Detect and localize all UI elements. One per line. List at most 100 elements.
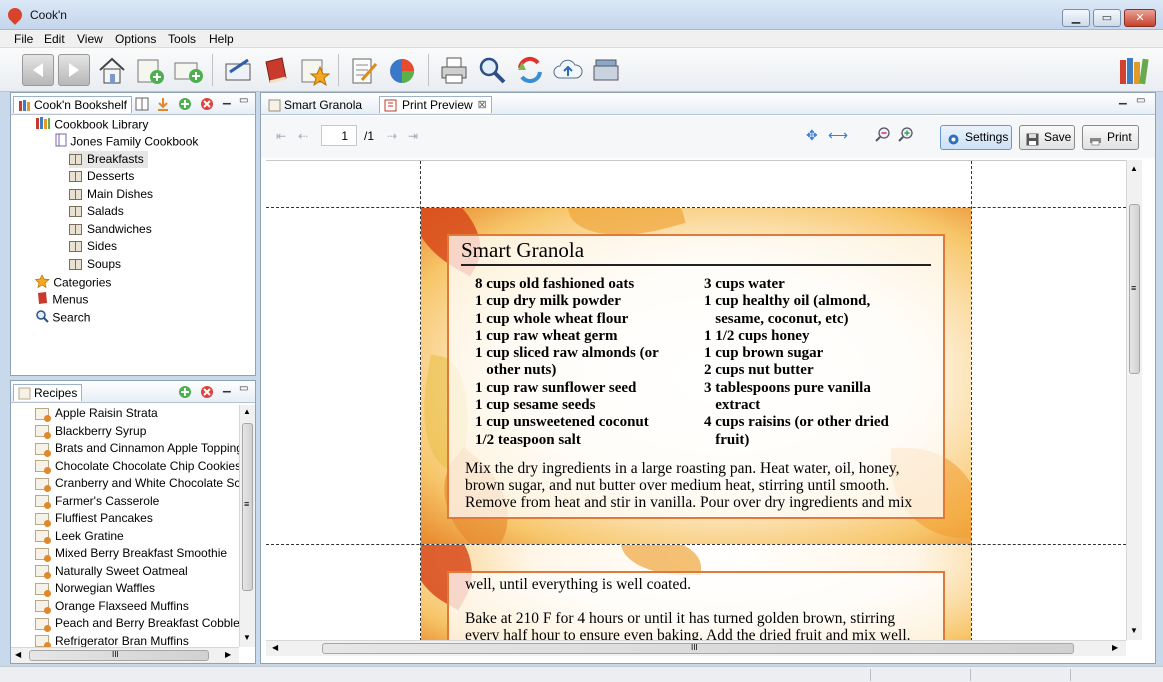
scroll-left-arrow-icon[interactable]: ◀ <box>15 650 21 659</box>
tree-label: Search <box>52 310 91 325</box>
scroll-down-arrow-icon[interactable]: ▼ <box>243 633 251 642</box>
fit-page-icon[interactable]: ✥ <box>806 127 818 144</box>
ingredients-right-column: 3 cups water 1 cup healthy oil (almond, … <box>704 276 889 448</box>
preview-horizontal-scrollbar[interactable]: ◀ III ▶ <box>266 640 1126 656</box>
tree-categories[interactable]: Categories <box>34 274 111 291</box>
tree-category-sandwiches[interactable]: Sandwiches <box>69 221 152 238</box>
tree-cookbook-library[interactable]: Cookbook Library <box>35 116 148 133</box>
menu-view[interactable]: View <box>77 32 103 46</box>
scroll-thumb[interactable]: III <box>322 643 1074 654</box>
forward-arrow-icon[interactable] <box>58 54 90 86</box>
new-cookbook-icon[interactable] <box>134 54 166 86</box>
list-item[interactable]: Chocolate Chocolate Chip Cookies <box>35 458 239 475</box>
list-item[interactable]: Brats and Cinnamon Apple Topping <box>35 440 239 457</box>
recipe-name: Blackberry Syrup <box>55 423 147 438</box>
tree-category-desserts[interactable]: Desserts <box>69 168 134 185</box>
add-green-icon[interactable] <box>178 97 192 114</box>
library-icon[interactable] <box>1116 54 1154 86</box>
list-item[interactable]: Mixed Berry Breakfast Smoothie <box>35 545 227 562</box>
zoom-out-icon[interactable] <box>875 127 891 146</box>
sync-icon[interactable] <box>514 54 546 86</box>
delete-recipe-icon[interactable] <box>200 385 214 402</box>
list-item[interactable]: Farmer's Casserole <box>35 493 159 510</box>
recipes-panel: Recipes ▁ ▭ Apple Raisin Strata Blackber… <box>10 380 256 664</box>
recipes-tab[interactable]: Recipes <box>13 384 83 401</box>
first-page-icon[interactable]: ⇤ <box>276 129 286 143</box>
list-item[interactable]: Naturally Sweet Oatmeal <box>35 563 188 580</box>
nutrition-icon[interactable] <box>386 54 418 86</box>
scroll-thumb[interactable]: III <box>29 650 209 661</box>
list-item[interactable]: Leek Gratine <box>35 528 124 545</box>
list-item[interactable]: Orange Flaxseed Muffins <box>35 598 189 615</box>
tree-category-breakfasts[interactable]: Breakfasts <box>69 151 148 168</box>
list-item[interactable]: Apple Raisin Strata <box>35 405 158 422</box>
tree-search[interactable]: Search <box>35 309 90 326</box>
tree-jones-family-cookbook[interactable]: Jones Family Cookbook <box>55 133 198 150</box>
menu-edit[interactable]: Edit <box>44 32 65 46</box>
search-icon[interactable] <box>476 54 508 86</box>
menu-tools[interactable]: Tools <box>168 32 196 46</box>
minimize-button[interactable]: ▁ <box>1062 9 1090 27</box>
scroll-right-arrow-icon[interactable]: ▶ <box>225 650 231 659</box>
tree-category-soups[interactable]: Soups <box>69 256 121 273</box>
next-page-icon[interactable]: ⇢ <box>387 129 397 143</box>
panel-minimize-icon[interactable]: ▁ <box>223 382 231 393</box>
last-page-icon[interactable]: ⇥ <box>408 129 418 143</box>
tree-category-salads[interactable]: Salads <box>69 203 124 220</box>
save-button[interactable]: Save <box>1019 125 1075 150</box>
tree-category-main-dishes[interactable]: Main Dishes <box>69 186 153 203</box>
list-item[interactable]: Refrigerator Bran Muffins <box>35 633 189 647</box>
list-item[interactable]: Peach and Berry Breakfast Cobbler <box>35 615 239 632</box>
scroll-thumb[interactable]: ≡ <box>1129 204 1140 374</box>
print-button[interactable]: Print <box>1082 125 1139 150</box>
scroll-down-arrow-icon[interactable]: ▼ <box>1130 626 1138 635</box>
recipes-horizontal-scrollbar[interactable]: ◀ III ▶ <box>11 647 239 663</box>
cloud-upload-icon[interactable] <box>552 54 584 86</box>
scroll-up-arrow-icon[interactable]: ▲ <box>1130 164 1138 173</box>
previous-page-icon[interactable]: ⇠ <box>298 129 308 143</box>
favorites-folder-icon[interactable] <box>298 54 331 87</box>
scroll-left-arrow-icon[interactable]: ◀ <box>272 643 278 652</box>
menu-options[interactable]: Options <box>115 32 156 46</box>
delete-red-icon[interactable] <box>200 97 214 114</box>
home-icon[interactable] <box>96 54 128 86</box>
bookshelf-tab[interactable]: Cook'n Bookshelf <box>13 96 133 113</box>
scroll-thumb[interactable]: ≡ <box>242 423 253 591</box>
maximize-button[interactable]: ▭ <box>1093 9 1121 27</box>
list-item[interactable]: Fluffiest Pancakes <box>35 510 153 527</box>
print-icon[interactable] <box>438 54 470 86</box>
tree-category-sides[interactable]: Sides <box>69 238 117 255</box>
panel-maximize-icon[interactable]: ▭ <box>1136 95 1145 106</box>
scanner-icon[interactable] <box>590 54 622 86</box>
preview-vertical-scrollbar[interactable]: ▲ ≡ ▼ <box>1126 160 1142 640</box>
panel-minimize-icon[interactable]: ▁ <box>223 94 231 105</box>
zoom-in-icon[interactable] <box>898 127 914 146</box>
fit-width-icon[interactable]: ⟷ <box>828 127 848 144</box>
panel-maximize-icon[interactable]: ▭ <box>239 383 248 394</box>
menu-planner-icon[interactable] <box>348 54 380 86</box>
list-item[interactable]: Norwegian Waffles <box>35 580 155 597</box>
menu-file[interactable]: File <box>14 32 33 46</box>
cookbook-properties-icon[interactable] <box>135 97 149 114</box>
scroll-right-arrow-icon[interactable]: ▶ <box>1112 643 1118 652</box>
page-number-input[interactable]: 1 <box>321 125 357 146</box>
cookbook-icon[interactable] <box>260 54 292 86</box>
close-window-button[interactable]: ✕ <box>1124 9 1156 27</box>
scroll-up-arrow-icon[interactable]: ▲ <box>243 407 251 416</box>
list-item[interactable]: Cranberry and White Chocolate Scones <box>35 475 239 492</box>
tab-smart-granola[interactable]: Smart Granola <box>263 96 367 113</box>
recipes-vertical-scrollbar[interactable]: ▲ ≡ ▼ <box>239 405 255 647</box>
menu-help[interactable]: Help <box>209 32 234 46</box>
edit-recipe-icon[interactable] <box>222 54 254 86</box>
panel-minimize-icon[interactable]: ▁ <box>1119 94 1127 105</box>
new-chapter-icon[interactable] <box>172 54 204 86</box>
tree-menus[interactable]: Menus <box>35 291 88 308</box>
list-item[interactable]: Blackberry Syrup <box>35 423 146 440</box>
add-recipe-icon[interactable] <box>178 385 192 402</box>
import-download-icon[interactable] <box>156 97 170 114</box>
panel-maximize-icon[interactable]: ▭ <box>239 95 248 106</box>
settings-button[interactable]: Settings <box>940 125 1012 150</box>
tab-print-preview[interactable]: Print Preview ⊠ <box>379 96 492 113</box>
close-tab-icon[interactable]: ⊠ <box>477 98 486 111</box>
back-arrow-icon[interactable] <box>22 54 54 86</box>
